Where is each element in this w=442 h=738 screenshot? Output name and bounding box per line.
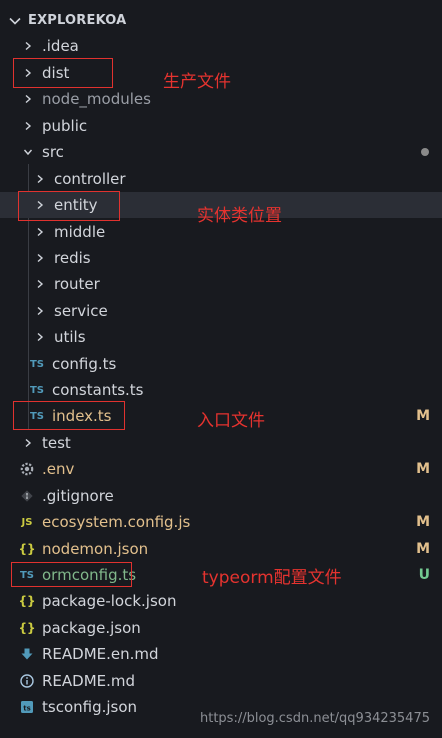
ts-icon: TS xyxy=(29,384,45,396)
tree-item-label: middle xyxy=(54,223,106,241)
tree-item-label: controller xyxy=(54,170,126,188)
tree-item-label: package-lock.json xyxy=(42,592,177,610)
chevron-right-icon xyxy=(22,120,34,132)
tree-item-utils[interactable]: utils xyxy=(0,324,442,350)
tree-item-readme-en-md[interactable]: README.en.md xyxy=(0,641,442,667)
tree-item-label: constants.ts xyxy=(52,381,144,399)
chevron-right-icon xyxy=(34,331,46,343)
tree-item-package-json[interactable]: {} package.json xyxy=(0,615,442,641)
js-icon: JS xyxy=(21,516,33,528)
chevron-down-icon[interactable] xyxy=(8,13,22,27)
download-icon xyxy=(18,645,36,663)
tree-item-label: test xyxy=(42,434,71,452)
git-status-badge: M xyxy=(416,461,430,477)
chevron-right-icon xyxy=(22,93,34,105)
chevron-right-icon xyxy=(22,40,34,52)
tree-item-label: node_modules xyxy=(42,90,151,108)
tree-item-test[interactable]: test xyxy=(0,430,442,456)
tree-item-label: README.md xyxy=(42,672,136,690)
chevron-right-icon xyxy=(34,252,46,264)
tree-item-package-lock-json[interactable]: {} package-lock.json xyxy=(0,588,442,614)
json-icon: {} xyxy=(18,542,36,556)
annotation-box-entity xyxy=(18,191,120,221)
tree-item-label: service xyxy=(54,302,108,320)
git-icon xyxy=(18,487,36,505)
git-status-badge: M xyxy=(416,408,430,424)
tree-item-config-ts[interactable]: TS config.ts xyxy=(0,351,442,377)
chevron-down-icon xyxy=(22,146,34,158)
tree-item-gitignore[interactable]: .gitignore xyxy=(0,483,442,509)
tree-item-public[interactable]: public xyxy=(0,113,442,139)
tree-item-controller[interactable]: controller xyxy=(0,166,442,192)
annotation-ormconfig: typeorm配置文件 xyxy=(202,568,342,588)
tree-item-label: .idea xyxy=(42,37,79,55)
tree-item-ecosystem-config-js[interactable]: JS ecosystem.config.js M xyxy=(0,509,442,535)
tree-item-constants-ts[interactable]: TS constants.ts xyxy=(0,377,442,403)
ts-icon: TS xyxy=(29,358,45,370)
tree-item-label: redis xyxy=(54,249,91,267)
git-status-badge: M xyxy=(416,541,430,557)
tree-item-router[interactable]: router xyxy=(0,271,442,297)
chevron-right-icon xyxy=(22,437,34,449)
chevron-right-icon xyxy=(34,305,46,317)
modified-dot-icon xyxy=(421,148,429,156)
annotation-dist: 生产文件 xyxy=(163,72,231,92)
tree-item-label: ecosystem.config.js xyxy=(42,513,191,531)
annotation-entity: 实体类位置 xyxy=(197,206,282,226)
tree-item-env[interactable]: .env M xyxy=(0,456,442,482)
annotation-box-ormconfig xyxy=(11,562,132,587)
annotation-index: 入口文件 xyxy=(197,411,265,431)
annotation-box-index xyxy=(13,401,125,430)
tree-item-readme-md[interactable]: README.md xyxy=(0,668,442,694)
json-icon: {} xyxy=(18,594,36,608)
gear-icon xyxy=(18,460,36,478)
tree-item-src[interactable]: src xyxy=(0,139,442,165)
chevron-right-icon xyxy=(34,226,46,238)
tree-item-nodemon-json[interactable]: {} nodemon.json M xyxy=(0,536,442,562)
tree-item-label: utils xyxy=(54,328,86,346)
tree-item-label: router xyxy=(54,275,100,293)
tree-item-label: config.ts xyxy=(52,355,117,373)
git-status-badge: M xyxy=(416,514,430,530)
json-icon: {} xyxy=(18,621,36,635)
tree-item-label: README.en.md xyxy=(42,645,159,663)
tree-item-idea[interactable]: .idea xyxy=(0,33,442,59)
tree-item-label: package.json xyxy=(42,619,141,637)
ts-config-icon: ts xyxy=(18,698,36,716)
chevron-right-icon xyxy=(34,173,46,185)
annotation-box-dist xyxy=(13,58,113,88)
explorer-title: EXPLOREKOA xyxy=(28,12,127,28)
svg-text:ts: ts xyxy=(23,705,31,713)
watermark: https://blog.csdn.net/qq934235475 xyxy=(199,711,430,726)
tree-item-redis[interactable]: redis xyxy=(0,245,442,271)
tree-item-label: .env xyxy=(42,460,75,478)
tree-item-label: .gitignore xyxy=(42,487,114,505)
tree-item-service[interactable]: service xyxy=(0,298,442,324)
tree-item-label: public xyxy=(42,117,88,135)
info-icon xyxy=(18,672,36,690)
tree-item-label: tsconfig.json xyxy=(42,698,138,716)
tree-item-label: nodemon.json xyxy=(42,540,149,558)
git-status-badge: U xyxy=(418,567,430,583)
tree-item-label: src xyxy=(42,143,64,161)
chevron-right-icon xyxy=(34,278,46,290)
